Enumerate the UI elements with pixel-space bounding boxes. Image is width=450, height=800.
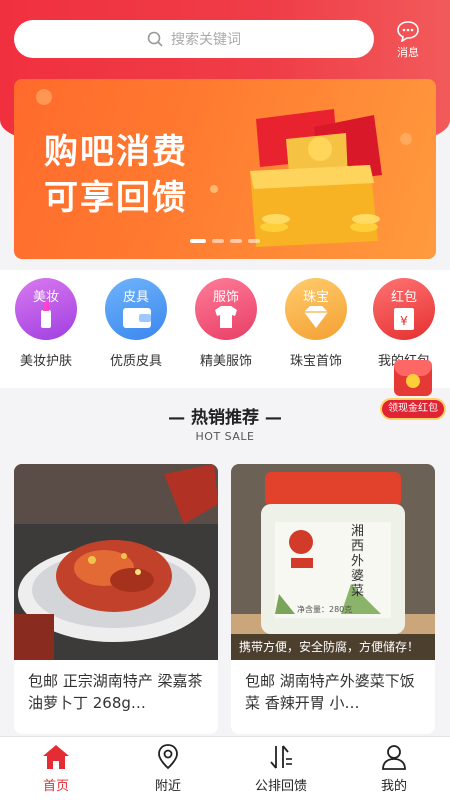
location-pin-icon bbox=[158, 744, 178, 770]
category-label: 美妆护肤 bbox=[19, 354, 72, 369]
tab-profile[interactable]: 我的 bbox=[338, 743, 450, 794]
message-button[interactable]: 消息 bbox=[388, 20, 428, 60]
sort-arrows-icon bbox=[270, 745, 292, 769]
coin-icon bbox=[406, 374, 420, 388]
promo-banner[interactable]: 购吧消费 可享回馈 bbox=[14, 79, 436, 259]
carousel-dot[interactable] bbox=[230, 239, 242, 243]
jar-label-text: 湘西外婆菜 bbox=[351, 524, 365, 599]
red-packet-icon: 红包 ¥ bbox=[373, 278, 435, 340]
category-label: 优质皮具 bbox=[109, 354, 162, 369]
bottom-tab-bar: 首页 附近 公排回馈 我的 bbox=[0, 736, 450, 800]
section-subtitle: HOT SALE bbox=[195, 430, 255, 443]
banner-line-1: 购吧消费 bbox=[44, 132, 188, 172]
diamond-icon: 珠宝 bbox=[285, 278, 347, 340]
user-icon bbox=[382, 745, 406, 770]
search-bar[interactable]: 搜索关键词 bbox=[14, 20, 374, 58]
search-icon bbox=[147, 31, 163, 47]
tab-rebate[interactable]: 公排回馈 bbox=[225, 743, 337, 794]
tab-label: 我的 bbox=[380, 779, 407, 794]
tab-label: 首页 bbox=[42, 779, 69, 794]
category-label: 珠宝首饰 bbox=[289, 354, 342, 369]
banner-line-2: 可享回馈 bbox=[44, 178, 188, 218]
svg-text:¥: ¥ bbox=[400, 314, 408, 328]
product-card[interactable]: 湘西外婆菜 净含量：280克 携带方便，安全防腐，方便储存！ 包邮 湖南特产外婆… bbox=[231, 464, 435, 734]
chat-bubble-icon bbox=[397, 21, 419, 42]
category-leather[interactable]: 皮具 优质皮具 bbox=[96, 278, 176, 369]
product-caption: 携带方便，安全防腐，方便储存！ bbox=[231, 634, 435, 660]
product-title: 包邮 正宗湖南特产 梁嘉茶油萝卜丁 268g… bbox=[28, 672, 203, 712]
search-placeholder: 搜索关键词 bbox=[171, 32, 241, 48]
category-red-packet[interactable]: 红包 ¥ 我的红包 bbox=[364, 278, 444, 369]
tab-label: 公排回馈 bbox=[254, 779, 307, 794]
makeup-icon: 美妆 bbox=[15, 278, 77, 340]
jar-net-weight: 净含量：280克 bbox=[297, 605, 353, 614]
category-label: 精美服饰 bbox=[199, 354, 252, 369]
tab-home[interactable]: 首页 bbox=[0, 743, 112, 794]
category-jewelry[interactable]: 珠宝 珠宝首饰 bbox=[276, 278, 356, 369]
carousel-dots bbox=[190, 239, 260, 243]
banner-headline: 购吧消费 可享回馈 bbox=[44, 129, 188, 221]
home-icon bbox=[43, 745, 69, 769]
carousel-dot[interactable] bbox=[212, 239, 224, 243]
message-label: 消息 bbox=[397, 46, 419, 59]
category-apparel[interactable]: 服饰 精美服饰 bbox=[186, 278, 266, 369]
product-title: 包邮 湖南特产外婆菜下饭菜 香辣开胃 小… bbox=[245, 672, 415, 712]
wallet-icon: 皮具 bbox=[105, 278, 167, 340]
product-card[interactable]: 包邮 正宗湖南特产 梁嘉茶油萝卜丁 268g… bbox=[14, 464, 218, 734]
carousel-dot[interactable] bbox=[190, 239, 206, 243]
tshirt-icon: 服饰 bbox=[195, 278, 257, 340]
tab-nearby[interactable]: 附近 bbox=[112, 743, 224, 794]
section-title: — 热销推荐 — bbox=[168, 408, 282, 428]
product-image: 湘西外婆菜 净含量：280克 携带方便，安全防腐，方便储存！ bbox=[231, 464, 435, 660]
carousel-dot[interactable] bbox=[248, 239, 260, 243]
category-makeup[interactable]: 美妆 美妆护肤 bbox=[6, 278, 86, 369]
product-image bbox=[14, 464, 218, 660]
tab-label: 附近 bbox=[154, 779, 181, 794]
